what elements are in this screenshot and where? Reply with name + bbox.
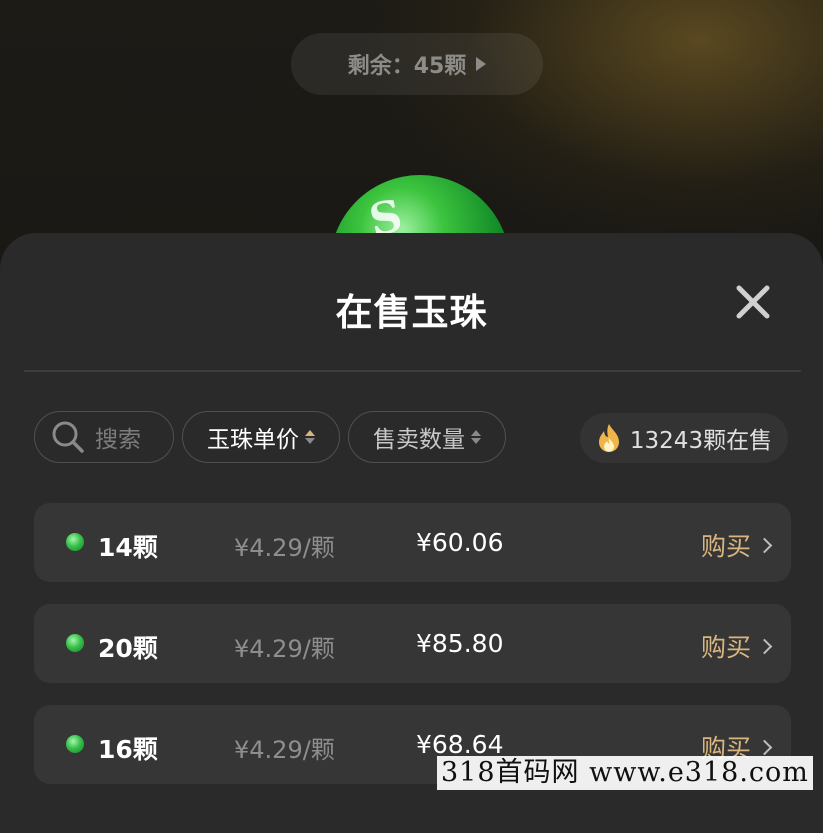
- search-input[interactable]: 搜索: [34, 411, 174, 463]
- gem-icon: [66, 735, 84, 753]
- close-button[interactable]: [733, 282, 773, 322]
- on-sale-count-badge: 13243颗在售: [580, 413, 788, 463]
- buy-button[interactable]: 购买: [701, 628, 773, 664]
- play-arrow-icon: [476, 57, 487, 71]
- listing-unit-price: ¥4.29/颗: [234, 736, 335, 764]
- sheet-title: 在售玉珠: [335, 291, 488, 334]
- sort-price-label: 玉珠单价: [207, 427, 299, 453]
- listing-count: 20颗: [98, 634, 158, 663]
- chevron-right-icon: [756, 739, 773, 755]
- watermark: 318首码网 www.e318.com: [437, 756, 813, 790]
- listing-total-price: ¥85.80: [416, 629, 504, 658]
- buy-label: 购买: [701, 532, 752, 561]
- sort-by-quantity-button[interactable]: 售卖数量: [348, 411, 506, 463]
- listing-count: 16颗: [98, 735, 158, 764]
- remaining-pill[interactable]: 剩余：45颗: [291, 33, 543, 95]
- divider: [24, 370, 801, 372]
- listing-row[interactable]: 20颗 ¥4.29/颗 ¥85.80 购买: [34, 604, 791, 683]
- gem-icon: [66, 634, 84, 652]
- listing-unit-price: ¥4.29/颗: [234, 635, 335, 663]
- listing-row[interactable]: 14颗 ¥4.29/颗 ¥60.06 购买: [34, 503, 791, 582]
- buy-button[interactable]: 购买: [701, 527, 773, 563]
- search-placeholder: 搜索: [95, 427, 141, 453]
- listing-count: 14颗: [98, 533, 158, 562]
- on-sale-count-label: 13243颗在售: [629, 428, 773, 454]
- listing-total-price: ¥68.64: [416, 730, 504, 759]
- flame-icon: [598, 424, 619, 452]
- chevron-right-icon: [756, 537, 773, 553]
- sort-quantity-label: 售卖数量: [373, 427, 465, 453]
- sort-arrows-icon: [471, 430, 481, 444]
- listing-unit-price: ¥4.29/颗: [234, 534, 335, 562]
- gem-icon: [66, 533, 84, 551]
- buy-label: 购买: [701, 633, 752, 662]
- sort-arrows-icon: [305, 430, 315, 444]
- search-icon: [52, 421, 84, 453]
- chevron-right-icon: [756, 638, 773, 654]
- remaining-label: 剩余：45颗: [347, 54, 467, 79]
- listing-total-price: ¥60.06: [416, 528, 504, 557]
- sort-by-unit-price-button[interactable]: 玉珠单价: [182, 411, 340, 463]
- close-icon: [736, 285, 770, 319]
